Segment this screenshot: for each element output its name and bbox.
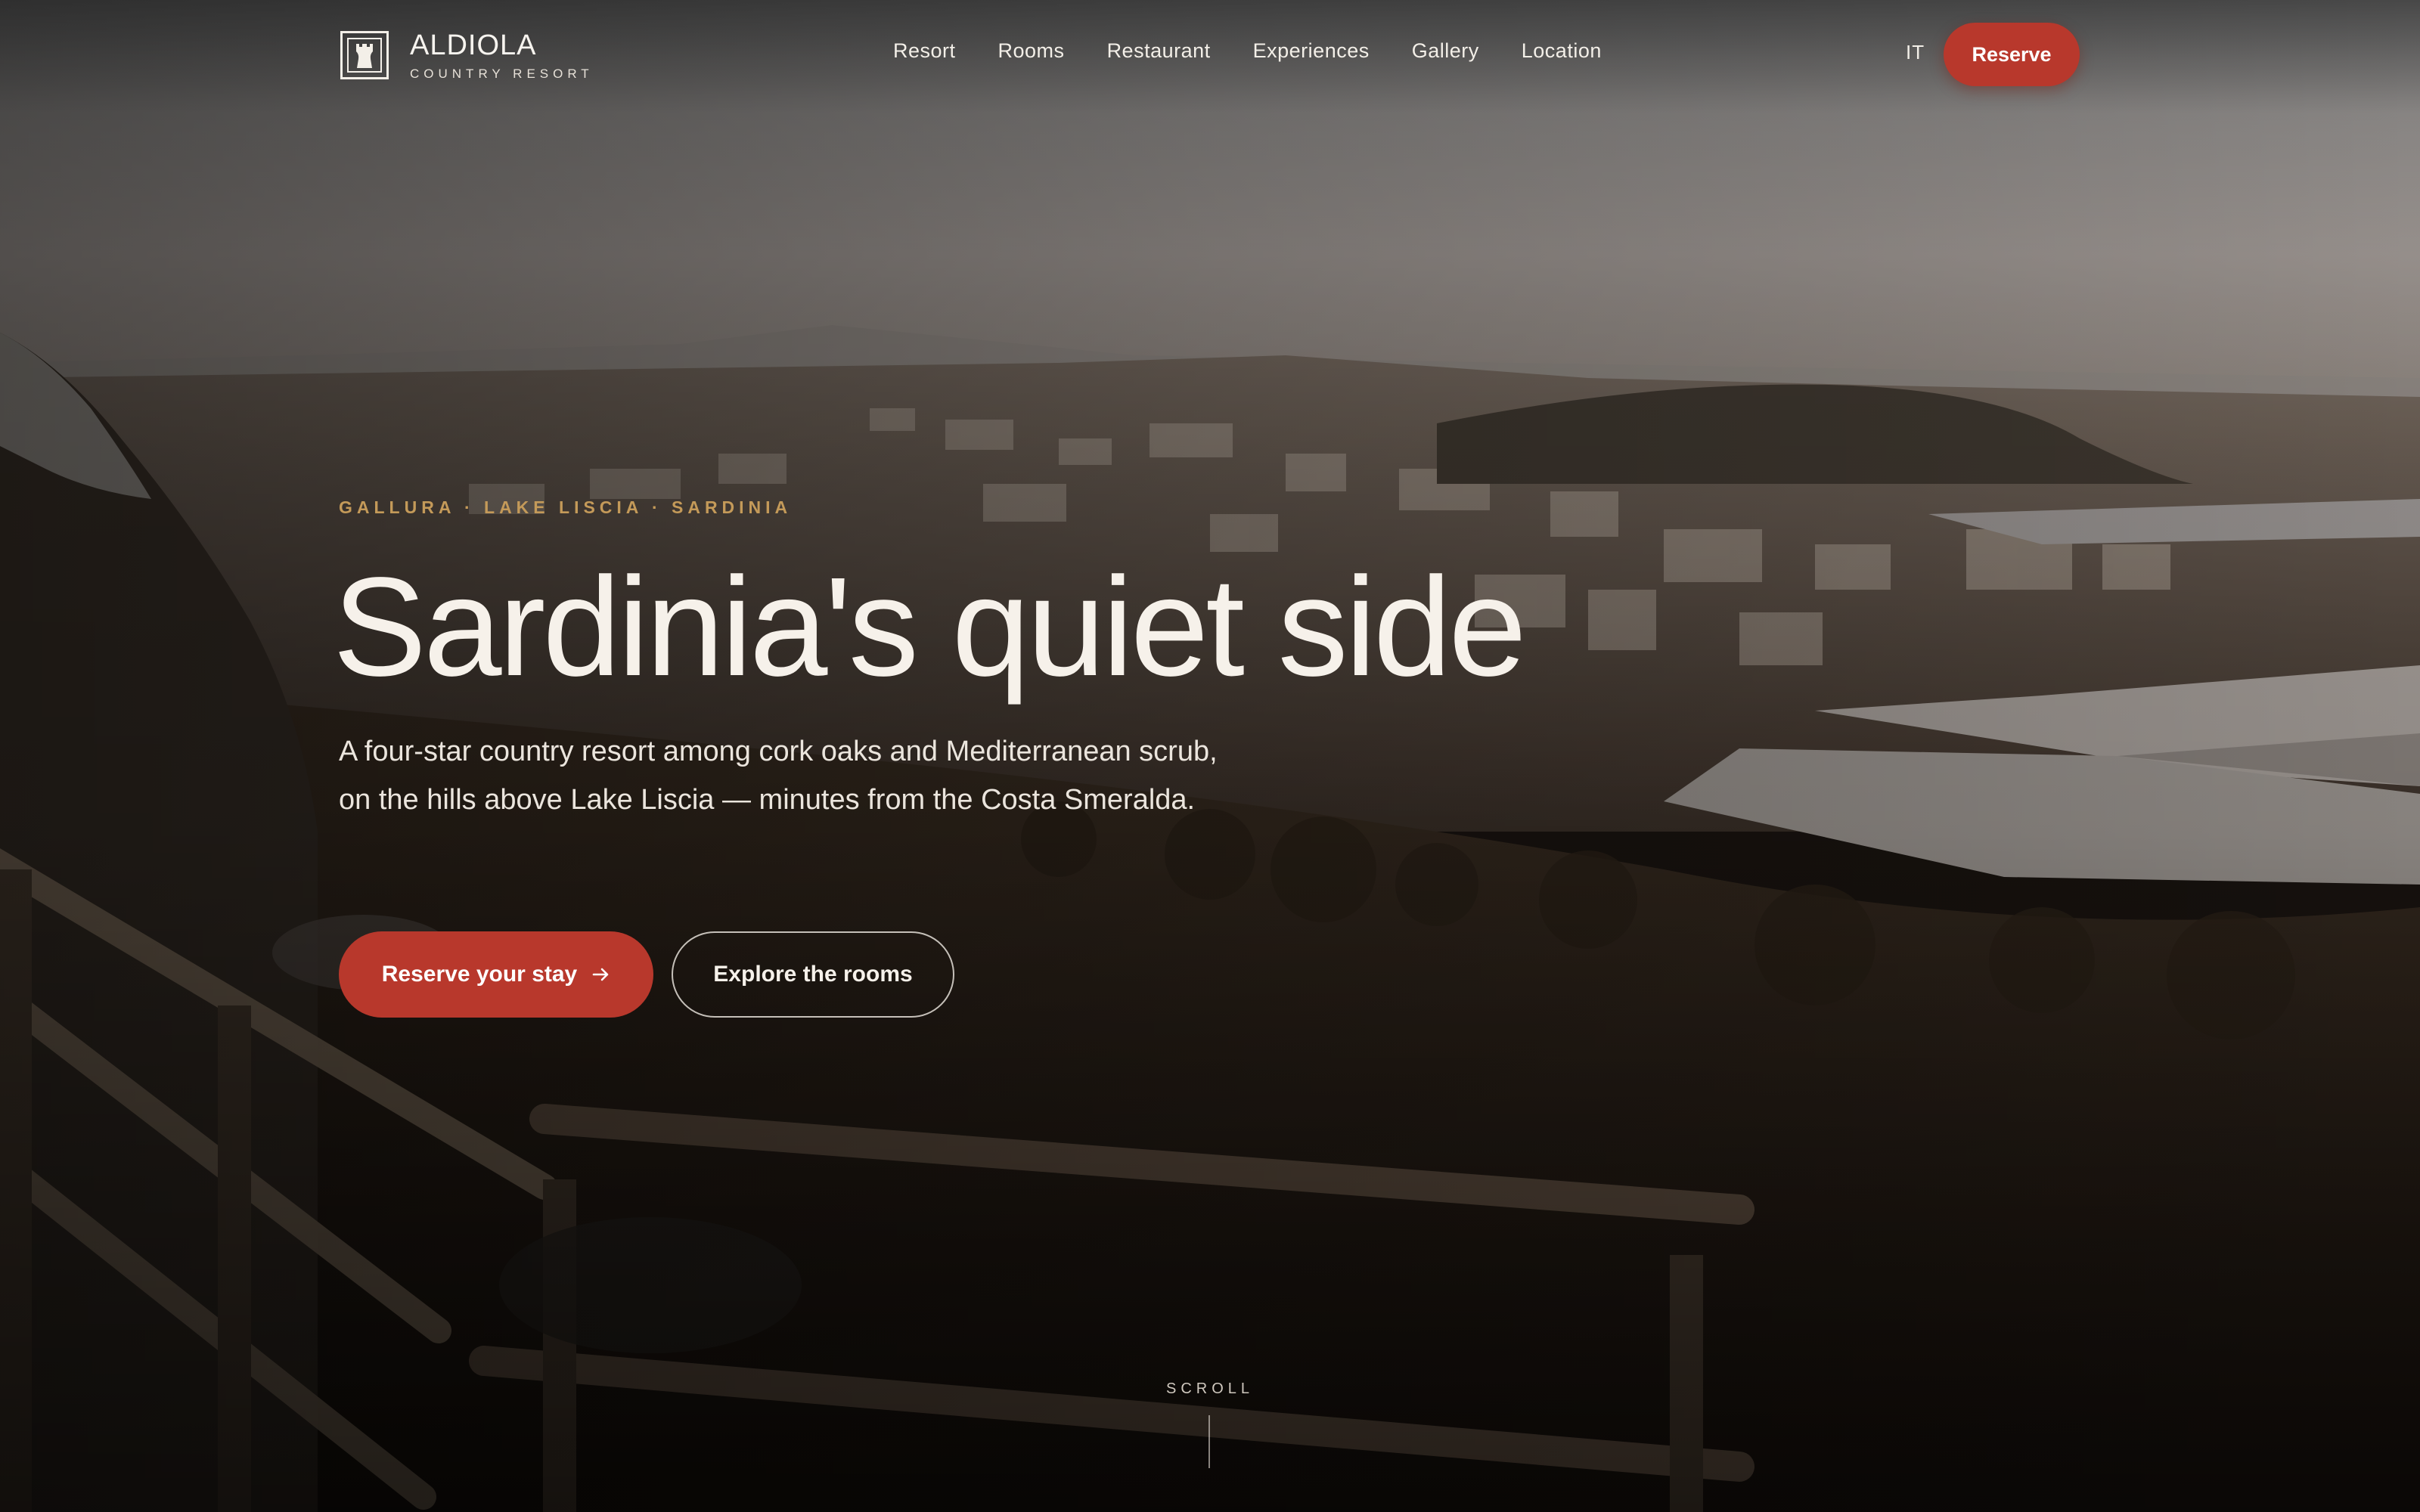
scroll-indicator-label[interactable]: SCROLL [1134,1380,1286,1398]
nav-item-gallery[interactable]: Gallery [1412,39,1479,63]
nav-item-location[interactable]: Location [1522,39,1602,63]
reserve-button[interactable]: Reserve [1944,23,2080,86]
site-header: ALDIOLA COUNTRY RESORT Resort Rooms Rest… [0,0,2420,113]
page: ALDIOLA COUNTRY RESORT Resort Rooms Rest… [0,0,2420,1512]
scroll-indicator-line [1208,1415,1210,1468]
main-nav: Resort Rooms Restaurant Experiences Gall… [893,39,1602,63]
nav-item-rooms[interactable]: Rooms [998,39,1065,63]
language-switch[interactable]: IT [1906,41,1925,64]
reserve-your-stay-button[interactable]: Reserve your stay [339,931,653,1018]
hero-description: A four-star country resort among cork oa… [339,736,1218,816]
brand-tagline: COUNTRY RESORT [410,67,594,81]
brand-logo[interactable]: ALDIOLA COUNTRY RESORT [340,29,594,82]
explore-rooms-button[interactable]: Explore the rooms [672,931,954,1018]
brand-name: ALDIOLA [410,29,537,61]
arrow-right-icon [592,968,609,981]
nav-item-restaurant[interactable]: Restaurant [1107,39,1211,63]
nav-item-resort[interactable]: Resort [893,39,956,63]
hero-title: Sardinia's quiet side [333,549,1527,705]
tower-logo-icon [340,31,389,79]
nav-item-experiences[interactable]: Experiences [1253,39,1370,63]
hero-eyebrow: GALLURA · LAKE LISCIA · SARDINIA [339,497,793,517]
reserve-your-stay-label: Reserve your stay [381,962,578,987]
